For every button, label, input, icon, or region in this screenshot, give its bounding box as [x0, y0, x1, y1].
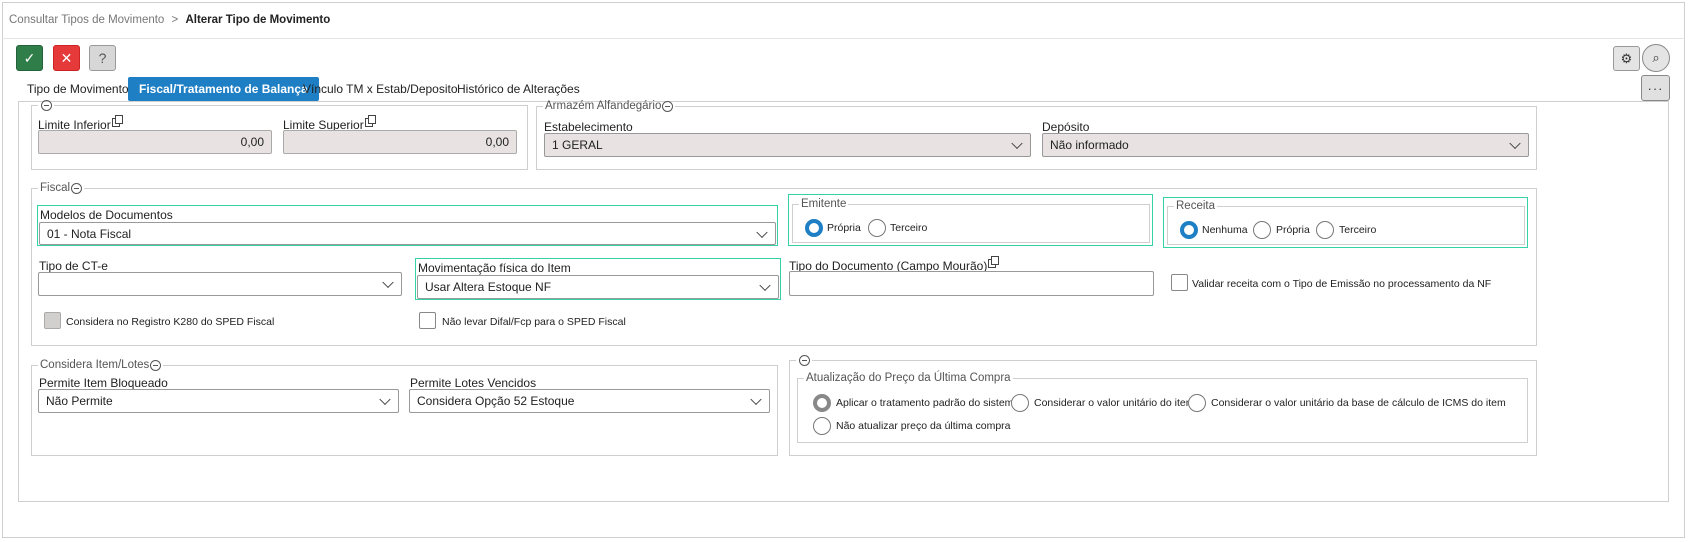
preco-base-icms-label: Considerar o valor unitário da base de c… — [1211, 397, 1506, 409]
chevron-down-icon — [1011, 137, 1023, 150]
receita-terceiro-radio[interactable] — [1316, 221, 1334, 239]
preco-base-icms-radio[interactable] — [1188, 394, 1206, 412]
ellipsis-icon: ··· — [1647, 80, 1664, 96]
fiscal-legend: Fiscal — [38, 182, 84, 194]
chevron-down-icon — [750, 393, 762, 406]
question-icon: ? — [98, 50, 107, 66]
collapse-icon[interactable] — [150, 359, 162, 371]
receita-nenhuma-radio[interactable] — [1180, 221, 1198, 239]
copy-icon[interactable] — [988, 256, 1000, 268]
chevron-down-icon — [759, 279, 771, 292]
gear-icon: ⚙ — [1620, 50, 1633, 66]
modelos-label: Modelos de Documentos — [40, 208, 173, 222]
collapse-icon[interactable] — [799, 355, 810, 366]
difal-label: Não levar Difal/Fcp para o SPED Fiscal — [442, 316, 626, 328]
validar-receita-checkbox[interactable] — [1171, 274, 1188, 291]
deposito-label: Depósito — [1042, 120, 1090, 134]
help-button[interactable]: ? — [89, 45, 116, 71]
more-options-button[interactable]: ··· — [1641, 75, 1670, 101]
limite-inferior-field: 0,00 — [38, 130, 272, 154]
k280-label: Considera no Registro K280 do SPED Fisca… — [66, 316, 275, 328]
chevron-down-icon — [756, 226, 768, 238]
search-icon: ⌕ — [1652, 50, 1660, 65]
limits-legend — [38, 100, 54, 111]
movimentacao-label: Movimentação física do Item — [418, 261, 571, 275]
copy-icon[interactable] — [111, 115, 123, 127]
breadcrumb: Consultar Tipos de Movimento > Alterar T… — [9, 14, 330, 26]
preco-valor-unitario-radio[interactable] — [1011, 394, 1029, 412]
collapse-icon[interactable] — [71, 182, 83, 194]
tipo-cte-select[interactable] — [38, 272, 402, 296]
emitente-legend: Emitente — [801, 198, 847, 210]
emitente-propria-radio[interactable] — [805, 219, 823, 237]
tab-historico-alteracoes[interactable]: Histórico de Alterações — [446, 77, 591, 101]
settings-button[interactable]: ⚙ — [1613, 46, 1640, 71]
preco-nao-atualizar-radio[interactable] — [813, 417, 831, 435]
breadcrumb-current: Alterar Tipo de Movimento — [185, 14, 331, 26]
limite-superior-field: 0,00 — [283, 130, 517, 154]
deposito-select[interactable]: Não informado — [1042, 133, 1529, 157]
emitente-fieldset: Emitente — [792, 198, 1150, 243]
difal-checkbox[interactable] — [419, 312, 436, 329]
item-bloqueado-select[interactable]: Não Permite — [38, 389, 399, 413]
item-lotes-legend: Considera Item/Lotes — [38, 359, 163, 371]
chevron-down-icon — [379, 393, 391, 406]
item-bloqueado-label: Permite Item Bloqueado — [39, 376, 168, 390]
validar-receita-label: Validar receita com o Tipo de Emissão no… — [1192, 278, 1492, 290]
chevron-down-icon — [382, 276, 394, 289]
tab-vinculo-tm-estab-deposito[interactable]: Vínculo TM x Estab/Deposito — [292, 77, 469, 101]
receita-nenhuma-label: Nenhuma — [1202, 224, 1248, 236]
preco-outer-legend — [796, 355, 812, 366]
armazem-legend: Armazém Alfandegário — [543, 100, 675, 112]
emitente-propria-label: Própria — [827, 222, 861, 234]
chevron-down-icon — [1509, 137, 1521, 150]
preco-valor-unitario-label: Considerar o valor unitário do item — [1034, 397, 1195, 409]
header-divider — [2, 38, 1685, 39]
breadcrumb-parent-link[interactable]: Consultar Tipos de Movimento — [9, 14, 164, 26]
lotes-vencidos-select[interactable]: Considera Opção 52 Estoque — [409, 389, 770, 413]
emitente-terceiro-radio[interactable] — [868, 219, 886, 237]
lotes-vencidos-label: Permite Lotes Vencidos — [410, 376, 537, 390]
tab-tipo-de-movimento[interactable]: Tipo de Movimento — [16, 77, 140, 101]
movimentacao-select[interactable]: Usar Altera Estoque NF — [417, 275, 779, 299]
tipo-cte-label: Tipo de CT-e — [39, 259, 108, 273]
breadcrumb-separator: > — [171, 14, 179, 26]
collapse-icon[interactable] — [41, 100, 52, 111]
confirm-button[interactable]: ✓ — [16, 45, 43, 71]
emitente-terceiro-label: Terceiro — [890, 222, 928, 234]
collapse-icon[interactable] — [662, 100, 674, 112]
copy-icon[interactable] — [364, 115, 376, 127]
close-icon: ✕ — [60, 49, 73, 66]
modelos-select[interactable]: 01 - Nota Fiscal — [39, 222, 776, 245]
k280-checkbox[interactable] — [44, 312, 61, 329]
cancel-button[interactable]: ✕ — [53, 45, 80, 71]
receita-terceiro-label: Terceiro — [1339, 224, 1377, 236]
receita-fieldset: Receita — [1167, 200, 1525, 245]
search-button[interactable]: ⌕ — [1642, 44, 1670, 72]
preco-padrao-label: Aplicar o tratamento padrão do sistema — [836, 397, 1020, 409]
receita-propria-radio[interactable] — [1253, 221, 1271, 239]
receita-legend: Receita — [1176, 200, 1215, 212]
check-icon: ✓ — [23, 49, 36, 66]
receita-propria-label: Própria — [1276, 224, 1310, 236]
preco-nao-atualizar-label: Não atualizar preço da última compra — [836, 420, 1011, 432]
estabelecimento-label: Estabelecimento — [544, 120, 633, 134]
tipo-documento-input[interactable] — [789, 271, 1154, 296]
preco-padrao-radio[interactable] — [813, 394, 831, 412]
tab-fiscal-tratamento-balanca[interactable]: Fiscal/Tratamento de Balança — [128, 77, 319, 101]
estabelecimento-select[interactable]: 1 GERAL — [544, 133, 1031, 157]
preco-legend: Atualização do Preço da Última Compra — [806, 372, 1011, 384]
